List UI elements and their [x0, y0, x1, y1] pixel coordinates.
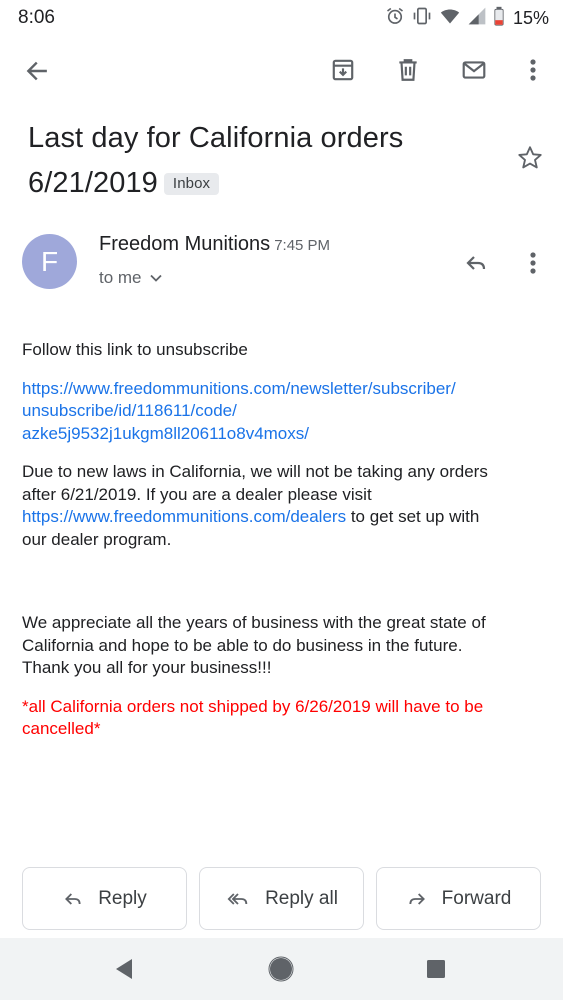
nav-recents-square-icon: [427, 960, 445, 978]
vibrate-icon: [411, 6, 433, 31]
mark-unread-icon: [462, 61, 486, 79]
notice-paragraph: Due to new laws in California, we will n…: [22, 461, 542, 551]
more-options-button[interactable]: [513, 50, 553, 90]
sender-avatar[interactable]: F: [22, 234, 77, 289]
star-icon: [518, 146, 542, 169]
reply-all-icon: [227, 892, 248, 905]
status-bar: 8:06 15%: [0, 0, 563, 36]
delete-icon: [399, 59, 417, 81]
thanks-line-1: We appreciate all the years of business …: [22, 613, 486, 632]
delete-button[interactable]: [388, 50, 428, 90]
reply-icon-button[interactable]: [456, 243, 496, 283]
email-body: Follow this link to unsubscribe https://…: [22, 339, 542, 741]
notice-line-1: Due to new laws in California, we will n…: [22, 462, 488, 481]
cell-signal-icon: [467, 6, 487, 31]
forward-button-label: Forward: [441, 887, 512, 909]
thanks-paragraph: We appreciate all the years of business …: [22, 612, 542, 680]
nav-back-triangle-icon: [116, 959, 132, 979]
recipient-details-toggle[interactable]: to me: [99, 268, 162, 288]
reply-all-button[interactable]: Reply all: [199, 867, 364, 930]
archive-button[interactable]: [323, 50, 363, 90]
nav-home-button[interactable]: [261, 949, 301, 989]
sender-name: Freedom Munitions: [99, 233, 271, 255]
forward-icon: [409, 892, 425, 905]
nav-back-button[interactable]: [104, 949, 144, 989]
status-icons: 15%: [385, 6, 549, 31]
reply-icon: [466, 256, 486, 270]
recipient-text: to me: [99, 268, 142, 287]
battery-percent: 15%: [512, 8, 549, 28]
forward-button[interactable]: Forward: [376, 867, 541, 930]
sent-time: 7:45 PM: [274, 237, 331, 254]
alarm-icon: [385, 6, 405, 31]
system-navigation-bar: [0, 938, 563, 1000]
chevron-down-icon: [149, 274, 162, 282]
wifi-icon: [439, 6, 461, 31]
more-vert-icon: [530, 252, 536, 274]
more-vert-icon: [530, 59, 536, 81]
nav-home-circle-icon: [268, 956, 294, 982]
unsubscribe-text: Follow this link to unsubscribe: [22, 340, 248, 359]
thanks-line-3: Thank you all for your business!!!: [22, 658, 272, 677]
star-button[interactable]: [510, 138, 550, 178]
mark-unread-button[interactable]: [454, 50, 494, 90]
status-time: 8:06: [18, 7, 55, 28]
back-arrow-icon: [26, 61, 47, 81]
warning-line-2: cancelled*: [22, 719, 101, 738]
reply-button-label: Reply: [98, 887, 147, 909]
inbox-label-badge[interactable]: Inbox: [163, 173, 220, 195]
unsubscribe-link-line-1[interactable]: https://www.freedommunitions.com/newslet…: [22, 379, 456, 398]
cancellation-warning: *all California orders not shipped by 6/…: [22, 696, 542, 741]
sender-line: Freedom Munitions 7:45 PM: [99, 233, 330, 256]
email-subject: Last day for California orders 6/21/2019…: [28, 116, 498, 206]
reply-all-button-label: Reply all: [265, 887, 338, 909]
battery-icon: [493, 6, 505, 31]
unsubscribe-link[interactable]: https://www.freedommunitions.com/newslet…: [22, 378, 542, 446]
reply-icon: [65, 892, 81, 905]
unsubscribe-link-line-2[interactable]: unsubscribe/id/118611/code/: [22, 401, 237, 420]
archive-icon: [332, 59, 354, 81]
thanks-line-2: California and hope to be able to do bus…: [22, 635, 463, 655]
unsubscribe-link-line-3[interactable]: azke5j9532j1ukgm8ll20611o8v4moxs/: [22, 424, 309, 443]
notice-line-2: after 6/21/2019. If you are a dealer ple…: [22, 484, 372, 504]
message-more-button[interactable]: [513, 243, 553, 283]
nav-recents-button[interactable]: [416, 949, 456, 989]
notice-line-4: our dealer program.: [22, 529, 172, 549]
reply-button[interactable]: Reply: [22, 867, 187, 930]
back-button[interactable]: [17, 51, 57, 91]
dealers-link[interactable]: https://www.freedommunitions.com/dealers: [22, 507, 346, 526]
warning-line-1: *all California orders not shipped by 6/…: [22, 696, 484, 716]
notice-line-3-rest: to get set up with: [346, 507, 480, 526]
